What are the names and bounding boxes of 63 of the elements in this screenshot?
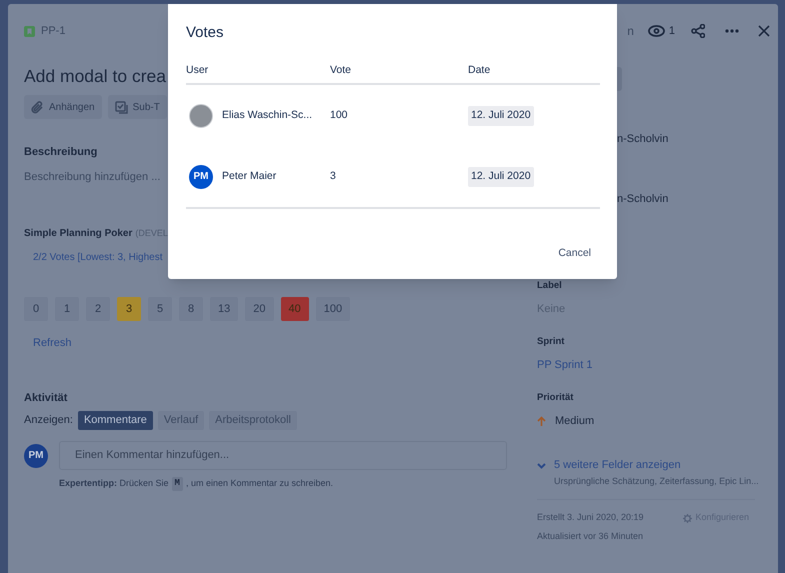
issue-key-link[interactable]: PP-1 <box>41 22 66 40</box>
filter-label: Anzeigen: <box>24 413 73 428</box>
share-icon[interactable] <box>691 24 705 38</box>
avatar-photo-placeholder <box>189 104 213 128</box>
section-heading: Simple Planning Poker <box>24 227 132 241</box>
filter-tab[interactable]: Verlauf <box>158 411 204 430</box>
dialog-title: Votes <box>186 23 225 43</box>
created-date: Erstellt 3. Juni 2020, 20:19 <box>537 511 644 524</box>
filter-tab[interactable]: Arbeitsprotokoll <box>209 411 297 430</box>
user-avatar: PM <box>189 164 213 189</box>
eye-icon <box>648 25 665 37</box>
user-avatar: PM <box>24 444 48 468</box>
tip-text: , um einen Kommentar zu schreiben. <box>186 477 334 490</box>
checkbox-icon <box>114 100 128 114</box>
column-header: Date <box>468 62 492 78</box>
story-icon <box>24 26 35 36</box>
updated-date: Aktualisiert vor 36 Minuten <box>537 530 644 543</box>
gear-icon <box>683 514 692 522</box>
attach-button[interactable]: Anhängen <box>24 95 102 119</box>
vote-value: 100 <box>330 108 349 123</box>
user-name: Elias Waschin-Sc... <box>222 108 312 123</box>
poker-card[interactable]: 1 <box>55 297 79 321</box>
issue-title: Add modal to crea <box>24 65 166 87</box>
key-badge: M <box>172 477 183 490</box>
section-heading: Aktivität <box>24 390 68 406</box>
vote-value: 3 <box>330 168 337 184</box>
more-icon[interactable] <box>725 29 739 33</box>
date-lozenge: 12. Juli 2020 <box>468 106 534 126</box>
assignee-name: n-Scholvin <box>617 132 670 147</box>
poker-card[interactable]: 13 <box>210 297 238 321</box>
cancel-button[interactable]: Cancel <box>558 246 591 262</box>
user-name: Peter Maier <box>222 168 276 184</box>
date-lozenge: 12. Juli 2020 <box>468 166 534 187</box>
poker-card[interactable]: 5 <box>148 297 172 321</box>
field-label: Label <box>537 279 563 293</box>
close-icon[interactable] <box>758 25 770 37</box>
poker-card[interactable]: 100 <box>316 297 350 321</box>
section-heading: Beschreibung <box>24 145 98 160</box>
reporter-name: n-Scholvin <box>617 192 670 206</box>
header-text: n <box>627 23 634 40</box>
votes-summary-link[interactable]: 2/2 Votes [Lowest: 3, Highest <box>33 250 163 265</box>
tip-text: Expertentipp: Drücken Sie <box>59 477 169 490</box>
column-header: User <box>186 62 210 78</box>
field-label: Priorität <box>537 390 574 404</box>
poker-card[interactable]: 8 <box>179 297 203 321</box>
poker-card[interactable]: 2 <box>86 297 110 321</box>
watchers-button[interactable]: 1 <box>648 22 675 40</box>
subtask-button[interactable]: Sub-T <box>108 95 167 119</box>
sprint-link[interactable]: PP Sprint 1 <box>537 357 592 374</box>
chevron-down-icon <box>537 462 546 468</box>
column-header: Vote <box>330 62 352 78</box>
poker-card[interactable]: 20 <box>245 297 274 321</box>
field-value: Medium <box>555 414 594 429</box>
poker-card[interactable]: 0 <box>24 297 48 321</box>
refresh-link[interactable]: Refresh <box>33 335 515 352</box>
comment-input-field[interactable]: Einen Kommentar hinzufügen... <box>59 441 507 470</box>
poker-card[interactable]: 3 <box>117 297 141 321</box>
poker-card[interactable]: 40 <box>280 297 309 321</box>
paperclip-icon <box>31 100 44 114</box>
filter-tab[interactable]: Kommentare <box>78 411 153 430</box>
show-more-fields-link[interactable]: 5 weitere Felder anzeigen <box>554 457 681 474</box>
arrow-up-icon <box>537 416 546 426</box>
field-label: Sprint <box>537 334 566 349</box>
